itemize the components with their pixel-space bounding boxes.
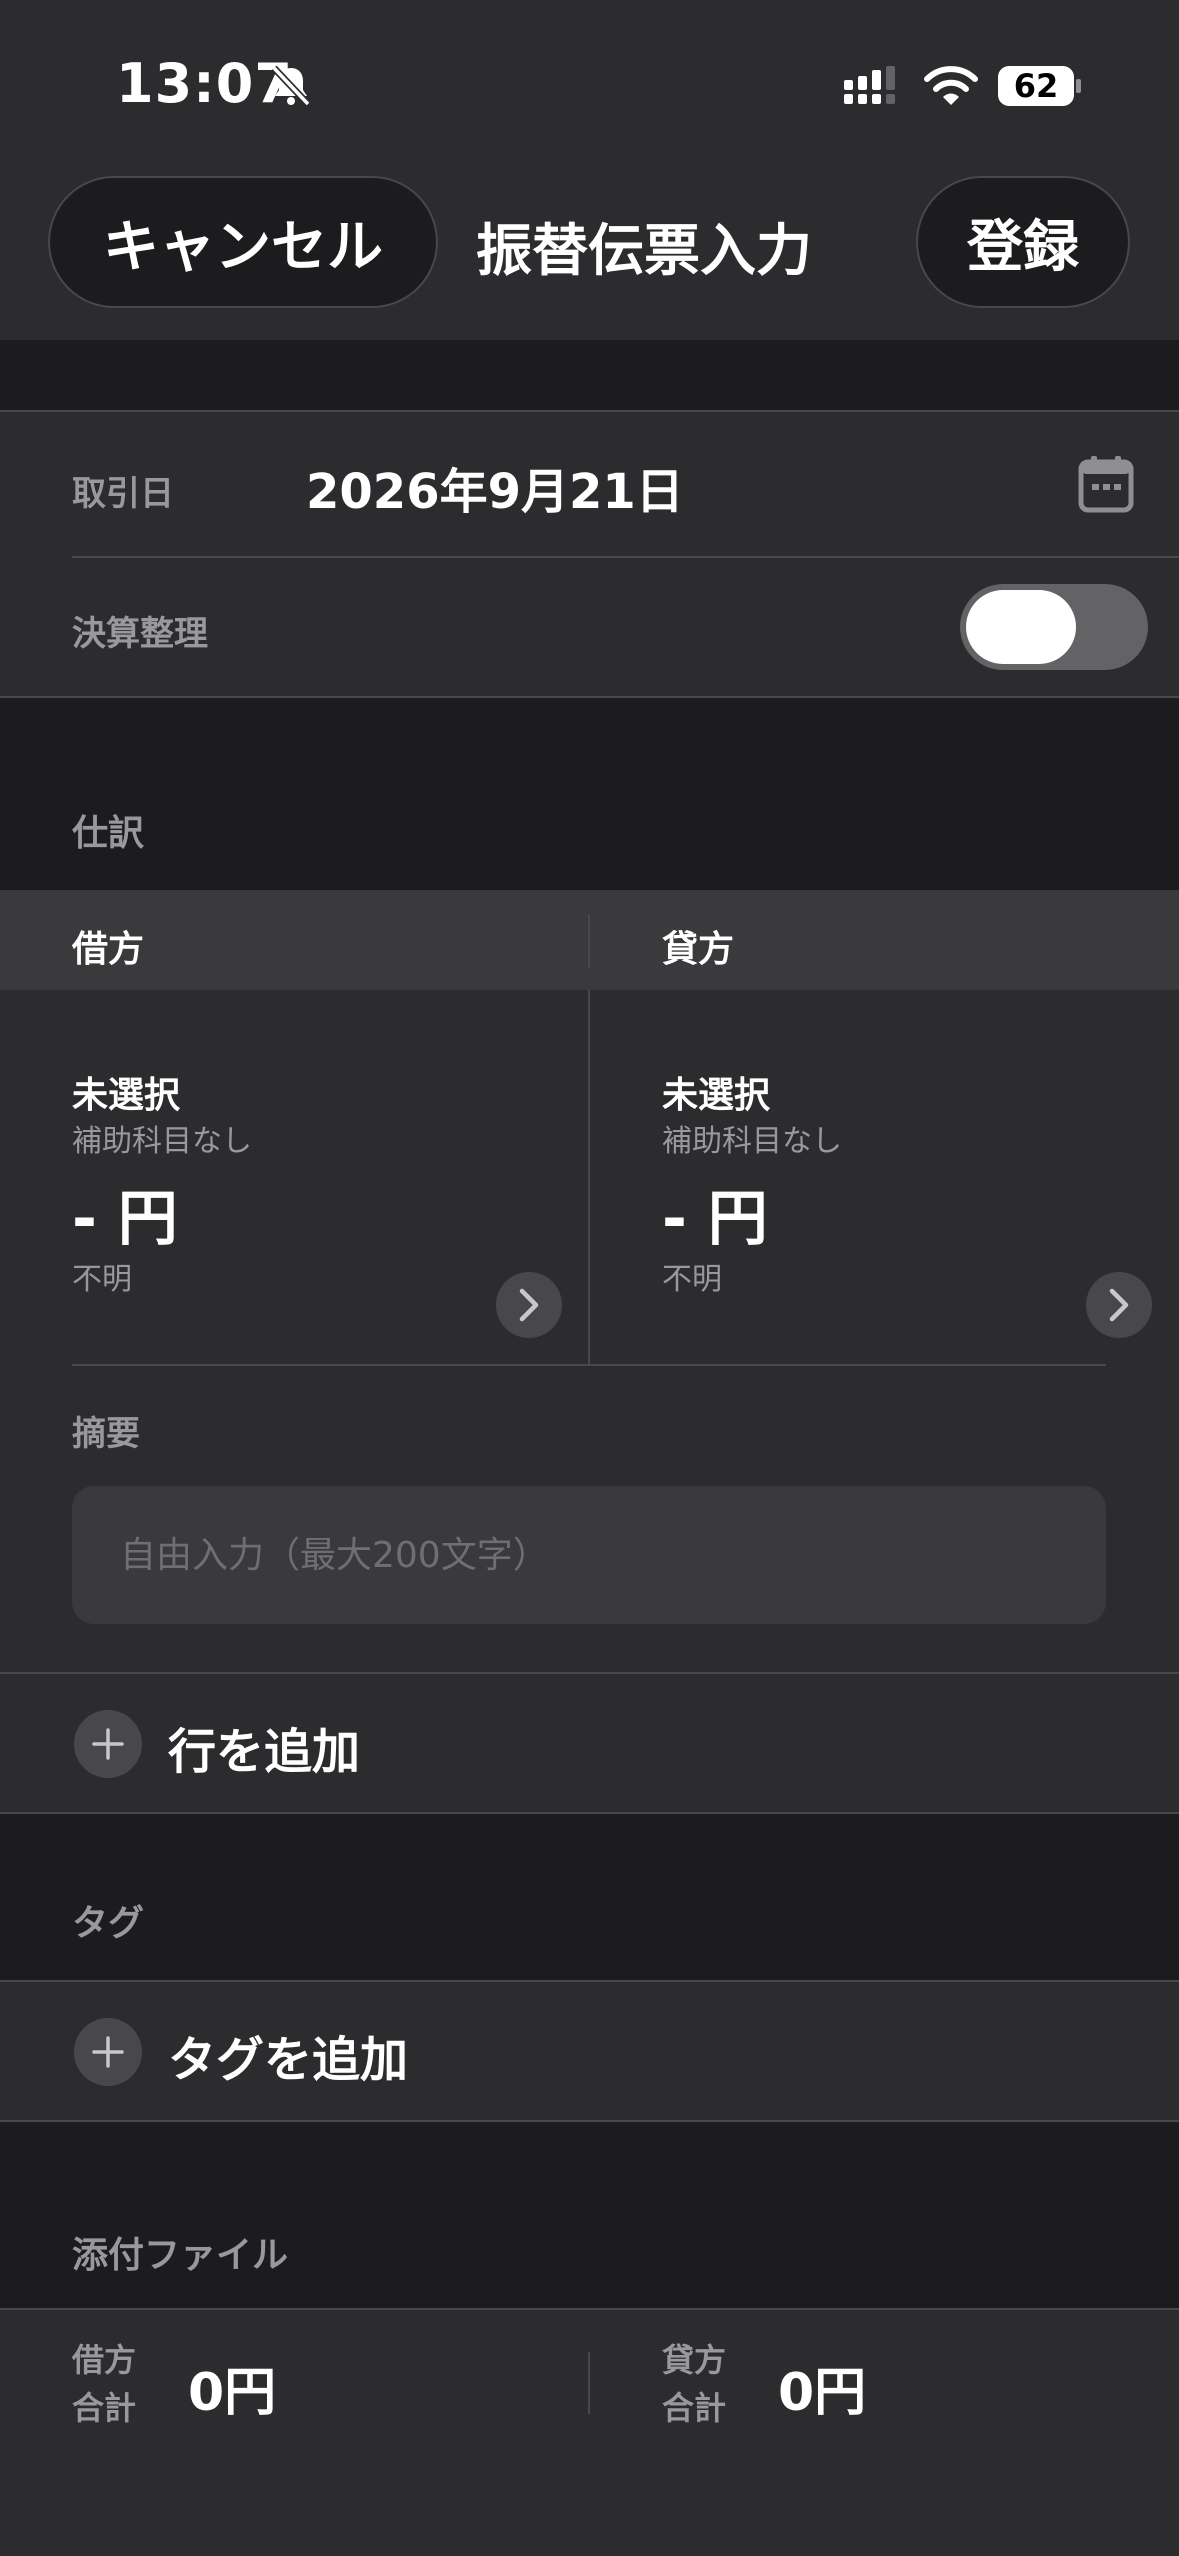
status-time: 13:07 <box>116 52 293 115</box>
divider <box>588 914 590 968</box>
wifi-icon <box>924 64 978 108</box>
plus-icon <box>74 1710 142 1778</box>
credit-chevron-right-icon[interactable] <box>1086 1272 1152 1338</box>
save-button[interactable]: 登録 <box>916 176 1130 308</box>
toggle-knob <box>966 590 1076 664</box>
debit-sub-account: 補助科目なし <box>72 1124 252 1159</box>
cellular-signal-icon <box>844 66 904 110</box>
debit-amount: - 円 <box>72 1184 178 1254</box>
add-tag-label: タグを追加 <box>168 2032 409 2088</box>
attachments-section-label: 添付ファイル <box>72 2235 289 2276</box>
debit-chevron-right-icon[interactable] <box>496 1272 562 1338</box>
credit-total-label-1: 貸方 <box>662 2341 727 2379</box>
credit-total-label-2: 合計 <box>662 2389 727 2427</box>
credit-header: 貸方 <box>662 929 735 970</box>
debit-total-amount: 0円 <box>188 2363 277 2423</box>
cancel-button[interactable]: キャンセル <box>48 176 438 308</box>
battery-icon: 62 <box>998 64 1082 108</box>
credit-tax: 不明 <box>662 1262 722 1297</box>
bell-slash-icon <box>268 62 314 108</box>
add-row-label: 行を追加 <box>168 1724 361 1780</box>
credit-total-amount: 0円 <box>778 2363 867 2423</box>
divider <box>0 2120 1179 2122</box>
totals-footer <box>0 2310 1179 2556</box>
calendar-icon[interactable] <box>1078 454 1134 514</box>
debit-total-label-2: 合計 <box>72 2389 137 2427</box>
add-tag-button[interactable]: タグを追加 <box>0 1982 1179 2120</box>
debit-account: 未選択 <box>72 1075 181 1116</box>
plus-icon <box>74 2018 142 2086</box>
credit-amount: - 円 <box>662 1184 768 1254</box>
divider <box>72 1364 1106 1366</box>
divider <box>72 556 1179 558</box>
divider <box>0 1812 1179 1814</box>
date-label: 取引日 <box>72 474 174 514</box>
battery-level: 62 <box>1013 67 1059 105</box>
closing-label: 決算整理 <box>72 614 208 654</box>
credit-account: 未選択 <box>662 1075 771 1116</box>
memo-input[interactable] <box>72 1486 1106 1624</box>
journal-section-label: 仕訳 <box>72 813 145 854</box>
page-title: 振替伝票入力 <box>476 219 812 284</box>
divider <box>0 696 1179 698</box>
credit-sub-account: 補助科目なし <box>662 1124 842 1159</box>
debit-total-label-1: 借方 <box>72 2341 137 2379</box>
tags-section-label: タグ <box>72 1903 145 1944</box>
add-row-button[interactable]: 行を追加 <box>0 1674 1179 1812</box>
debit-entry[interactable]: 未選択 補助科目なし - 円 不明 <box>0 990 588 1364</box>
date-value[interactable]: 2026年9月21日 <box>306 452 684 522</box>
memo-label: 摘要 <box>72 1414 140 1454</box>
debit-tax: 不明 <box>72 1262 132 1297</box>
divider <box>588 2352 590 2414</box>
credit-entry[interactable]: 未選択 補助科目なし - 円 不明 <box>590 990 1179 1364</box>
debit-header: 借方 <box>72 929 145 970</box>
